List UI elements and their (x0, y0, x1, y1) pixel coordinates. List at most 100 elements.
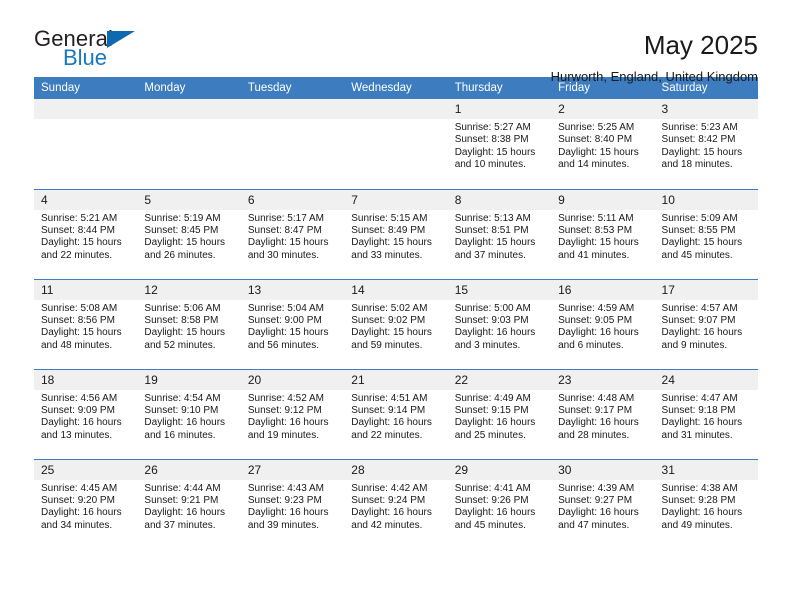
general-blue-logo[interactable]: General Blue (34, 28, 154, 74)
day-number: 16 (551, 279, 655, 300)
day-number: 19 (137, 369, 241, 390)
daylight-text-line1: Daylight: 15 hours (558, 146, 639, 158)
daylight-text-line2: and 34 minutes. (41, 519, 113, 531)
calendar-day-cell[interactable]: 31 Sunrise: 4:38 AM Sunset: 9:28 PM Dayligh… (654, 458, 758, 549)
calendar-day-cell[interactable]: 17 Sunrise: 4:57 AM Sunset: 9:07 PM Dayligh… (654, 278, 758, 369)
calendar-day-cell[interactable]: 26 Sunrise: 4:44 AM Sunset: 9:21 PM Dayligh… (137, 458, 241, 549)
daylight-text-line2: and 48 minutes. (41, 339, 113, 351)
calendar-day-cell[interactable]: 6 Sunrise: 5:17 AM Sunset: 8:47 PM Daylight… (240, 188, 345, 279)
calendar-day-cell[interactable]: 1 Sunrise: 5:27 AM Sunset: 8:38 PM Daylight… (447, 99, 552, 189)
calendar-day-cell[interactable]: 12 Sunrise: 5:06 AM Sunset: 8:58 PM Dayligh… (137, 278, 241, 369)
day-cell-inner (137, 99, 241, 188)
day-cell-inner: 6 Sunrise: 5:17 AM Sunset: 8:47 PM Daylight… (240, 189, 345, 279)
sunrise-text: Sunrise: 5:11 AM (558, 212, 634, 224)
sunset-text: Sunset: 8:47 PM (247, 224, 322, 236)
day-cell-inner: 14 Sunrise: 5:02 AM Sunset: 9:02 PM Dayligh… (344, 279, 448, 369)
sunrise-text: Sunrise: 5:27 AM (454, 122, 531, 133)
calendar-day-cell[interactable]: 14 Sunrise: 5:02 AM Sunset: 9:02 PM Dayligh… (344, 278, 448, 369)
calendar-day-cell[interactable]: 13 Sunrise: 5:04 AM Sunset: 9:00 PM Dayligh… (240, 278, 345, 369)
calendar-day-cell[interactable]: 27 Sunrise: 4:43 AM Sunset: 9:23 PM Dayligh… (240, 458, 345, 549)
daylight-text-line2: and 41 minutes. (558, 249, 630, 261)
calendar-day-cell[interactable]: 28 Sunrise: 4:42 AM Sunset: 9:24 PM Dayligh… (344, 458, 448, 549)
day-number: 11 (34, 279, 138, 300)
weekday-header-tuesday: Tuesday (240, 77, 345, 99)
calendar-day-cell[interactable]: 23 Sunrise: 4:48 AM Sunset: 9:17 PM Dayligh… (551, 368, 655, 459)
sunrise-text: Sunrise: 5:19 AM (144, 212, 221, 224)
weekday-header-monday: Monday (137, 77, 241, 99)
day-cell-inner: 15 Sunrise: 5:00 AM Sunset: 9:03 PM Dayligh… (447, 279, 552, 369)
day-sun-info: Sunrise: 5:13 AM Sunset: 8:51 PM Daylight:… (448, 210, 551, 263)
day-cell-inner: 16 Sunrise: 4:59 AM Sunset: 9:05 PM Dayligh… (551, 279, 655, 369)
day-sun-info: Sunrise: 4:54 AM Sunset: 9:10 PM Daylight:… (137, 390, 240, 443)
day-cell-inner: 10 Sunrise: 5:09 AM Sunset: 8:55 PM Dayligh… (654, 189, 758, 279)
calendar-day-cell[interactable]: 7 Sunrise: 5:15 AM Sunset: 8:49 PM Daylight… (344, 188, 448, 279)
calendar-day-cell[interactable] (240, 99, 345, 189)
calendar-day-cell[interactable] (137, 99, 241, 189)
sunrise-text: Sunrise: 5:13 AM (454, 212, 531, 224)
month-calendar-table: Sunday Monday Tuesday Wednesday Thursday… (34, 77, 758, 549)
calendar-day-cell[interactable]: 8 Sunrise: 5:13 AM Sunset: 8:51 PM Daylight… (447, 188, 552, 279)
calendar-day-cell[interactable]: 19 Sunrise: 4:54 AM Sunset: 9:10 PM Dayligh… (137, 368, 241, 459)
calendar-day-cell[interactable]: 11 Sunrise: 5:08 AM Sunset: 8:56 PM Dayligh… (34, 278, 138, 369)
calendar-day-cell[interactable]: 10 Sunrise: 5:09 AM Sunset: 8:55 PM Dayligh… (654, 188, 758, 279)
day-cell-inner: 21 Sunrise: 4:51 AM Sunset: 9:14 PM Dayligh… (344, 369, 448, 459)
daylight-text-line2: and 13 minutes. (41, 429, 113, 441)
calendar-day-cell[interactable]: 29 Sunrise: 4:41 AM Sunset: 9:26 PM Dayligh… (447, 458, 552, 549)
daylight-text-line2: and 9 minutes. (661, 339, 728, 351)
daylight-text-line1: Daylight: 15 hours (41, 327, 122, 339)
calendar-day-cell[interactable]: 16 Sunrise: 4:59 AM Sunset: 9:05 PM Dayligh… (551, 278, 655, 369)
calendar-day-cell[interactable]: 30 Sunrise: 4:39 AM Sunset: 9:27 PM Dayligh… (551, 458, 655, 549)
day-cell-inner: 19 Sunrise: 4:54 AM Sunset: 9:10 PM Dayligh… (137, 369, 241, 459)
calendar-day-cell[interactable]: 2 Sunrise: 5:25 AM Sunset: 8:40 PM Daylight… (551, 99, 655, 189)
day-sun-info: Sunrise: 5:02 AM Sunset: 9:02 PM Daylight:… (344, 300, 447, 353)
day-number: 31 (654, 459, 758, 480)
day-number: 25 (34, 459, 138, 480)
daylight-text-line1: Daylight: 16 hours (661, 327, 743, 339)
calendar-day-cell[interactable]: 21 Sunrise: 4:51 AM Sunset: 9:14 PM Dayligh… (344, 368, 448, 459)
day-number: 23 (551, 369, 655, 390)
sunset-text: Sunset: 9:00 PM (247, 314, 322, 326)
daylight-text-line1: Daylight: 16 hours (558, 507, 639, 519)
calendar-day-cell[interactable]: 25 Sunrise: 4:45 AM Sunset: 9:20 PM Dayligh… (34, 458, 138, 549)
day-cell-inner: 11 Sunrise: 5:08 AM Sunset: 8:56 PM Dayligh… (34, 279, 138, 369)
calendar-day-cell[interactable]: 5 Sunrise: 5:19 AM Sunset: 8:45 PM Daylight… (137, 188, 241, 279)
calendar-day-cell[interactable] (344, 99, 448, 189)
day-cell-inner: 29 Sunrise: 4:41 AM Sunset: 9:26 PM Dayligh… (447, 459, 552, 549)
calendar-day-cell[interactable]: 4 Sunrise: 5:21 AM Sunset: 8:44 PM Daylight… (34, 188, 138, 279)
sunset-text: Sunset: 9:21 PM (144, 494, 219, 506)
daylight-text-line2: and 22 minutes. (351, 429, 423, 441)
day-sun-info: Sunrise: 5:21 AM Sunset: 8:44 PM Daylight:… (34, 210, 137, 263)
day-sun-info: Sunrise: 4:52 AM Sunset: 9:12 PM Daylight:… (241, 390, 344, 443)
sunset-text: Sunset: 9:24 PM (351, 494, 426, 506)
calendar-week-row: 4 Sunrise: 5:21 AM Sunset: 8:44 PM Daylight… (34, 188, 758, 279)
sunrise-text: Sunrise: 4:42 AM (351, 482, 428, 494)
daylight-text-line1: Daylight: 16 hours (661, 417, 743, 429)
day-cell-inner (240, 99, 345, 188)
daylight-text-line1: Daylight: 15 hours (454, 146, 536, 158)
day-cell-inner: 26 Sunrise: 4:44 AM Sunset: 9:21 PM Dayligh… (137, 459, 241, 549)
day-sun-info (34, 119, 137, 122)
title-block: May 2025 Hurworth, England, United Kingd… (551, 28, 758, 86)
daylight-text-line1: Daylight: 15 hours (247, 237, 329, 249)
daylight-text-line2: and 31 minutes. (661, 429, 733, 441)
sunset-text: Sunset: 9:07 PM (661, 314, 736, 326)
calendar-day-cell[interactable]: 20 Sunrise: 4:52 AM Sunset: 9:12 PM Dayligh… (240, 368, 345, 459)
sunrise-text: Sunrise: 5:25 AM (558, 122, 635, 133)
calendar-day-cell[interactable]: 15 Sunrise: 5:00 AM Sunset: 9:03 PM Dayligh… (447, 278, 552, 369)
daylight-text-line1: Daylight: 16 hours (454, 507, 536, 519)
day-sun-info: Sunrise: 5:23 AM Sunset: 8:42 PM Daylight:… (655, 119, 758, 172)
calendar-day-cell[interactable]: 3 Sunrise: 5:23 AM Sunset: 8:42 PM Daylight… (654, 99, 758, 189)
day-number: 10 (654, 189, 758, 210)
calendar-day-cell[interactable]: 18 Sunrise: 4:56 AM Sunset: 9:09 PM Dayligh… (34, 368, 138, 459)
daylight-text-line1: Daylight: 15 hours (144, 237, 226, 249)
calendar-day-cell[interactable]: 22 Sunrise: 4:49 AM Sunset: 9:15 PM Dayligh… (447, 368, 552, 459)
sunset-text: Sunset: 8:40 PM (558, 134, 633, 146)
calendar-day-cell[interactable]: 9 Sunrise: 5:11 AM Sunset: 8:53 PM Daylight… (551, 188, 655, 279)
calendar-day-cell[interactable] (34, 99, 138, 189)
day-sun-info: Sunrise: 4:44 AM Sunset: 9:21 PM Daylight:… (137, 480, 240, 533)
day-sun-info: Sunrise: 5:17 AM Sunset: 8:47 PM Daylight:… (241, 210, 344, 263)
daylight-text-line1: Daylight: 15 hours (558, 237, 639, 249)
calendar-day-cell[interactable]: 24 Sunrise: 4:47 AM Sunset: 9:18 PM Dayligh… (654, 368, 758, 459)
sunset-text: Sunset: 8:38 PM (454, 134, 529, 146)
day-number (344, 99, 448, 119)
